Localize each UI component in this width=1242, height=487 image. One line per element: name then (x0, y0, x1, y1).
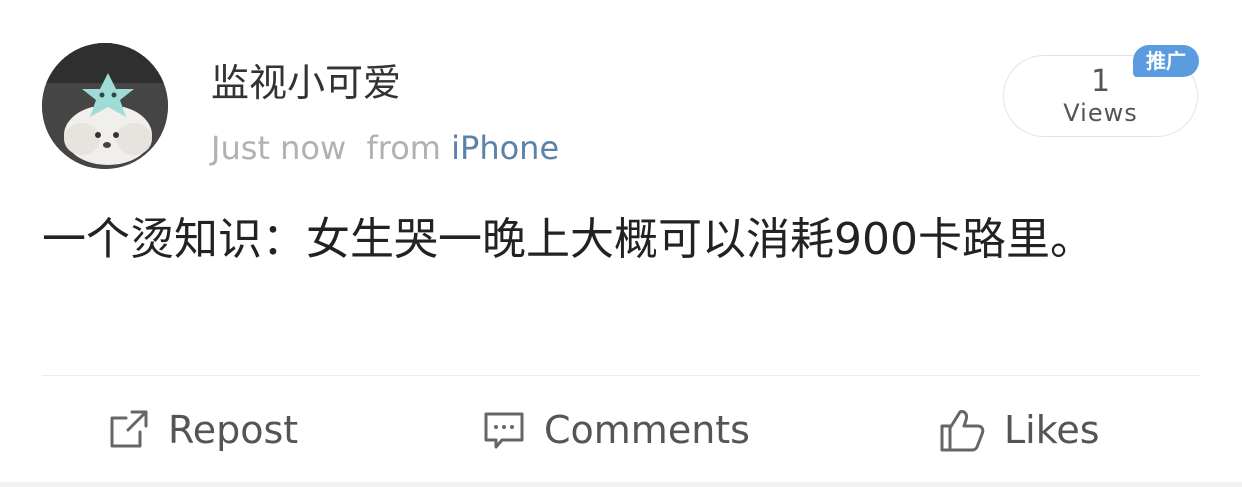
comment-icon (484, 412, 524, 449)
device-link[interactable]: iPhone (451, 129, 559, 167)
avatar[interactable] (42, 43, 168, 169)
repost-label: Repost (168, 408, 299, 452)
avatar-image (42, 43, 168, 169)
repost-button[interactable]: Repost (106, 395, 298, 465)
comments-label: Comments (544, 408, 750, 452)
divider (42, 375, 1200, 376)
bottom-separator (0, 482, 1242, 487)
comments-button[interactable]: Comments (482, 395, 750, 465)
from-label: from (366, 129, 441, 167)
post-content: 一个烫知识：女生哭一晚上大概可以消耗900卡路里。 (42, 214, 1094, 265)
likes-label: Likes (1004, 408, 1100, 452)
thumbs-up-icon (940, 410, 985, 452)
likes-button[interactable]: Likes (938, 395, 1100, 465)
promo-tag: 推广 (1133, 45, 1199, 77)
username[interactable]: 监视小可爱 (211, 58, 401, 108)
post-meta: Just now from iPhone (211, 126, 559, 170)
action-bar: Repost Comments Likes (0, 395, 1242, 465)
repost-icon (110, 410, 148, 448)
post-time: Just now (211, 129, 347, 167)
views-label: Views (1063, 99, 1138, 127)
